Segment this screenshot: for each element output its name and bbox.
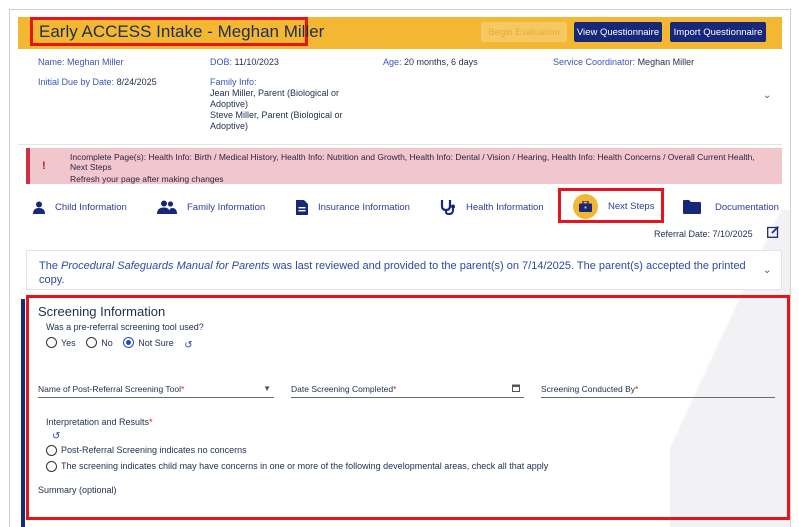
service-coordinator: Service Coordinator: Meghan Miller	[553, 57, 694, 68]
radio-not-sure[interactable]	[123, 337, 135, 348]
initial-due: Initial Due by Date: 8/24/2025	[38, 77, 157, 88]
tab-documentation-label: Documentation	[715, 201, 779, 213]
screening-tool-label: Name of Post-Referral Screening Tool	[38, 384, 181, 394]
age: Age: 20 months, 6 days	[383, 57, 478, 68]
tab-health-label: Health Information	[466, 201, 544, 213]
required-mark: *	[393, 384, 397, 394]
tab-family-information[interactable]: Family Information	[157, 194, 265, 220]
option-no[interactable]: No	[86, 337, 113, 348]
tab-next-steps[interactable]: Next Steps	[573, 193, 654, 219]
tab-insurance-label: Insurance Information	[318, 201, 410, 213]
age-label: Age:	[383, 57, 402, 67]
begin-evaluation-button[interactable]: Begin Evaluation	[481, 22, 567, 42]
document-icon	[296, 199, 308, 215]
dob-value: 11/10/2023	[234, 57, 279, 67]
initial-due-value: 8/24/2025	[116, 77, 157, 87]
tab-documentation[interactable]: Documentation	[683, 194, 779, 220]
option-yes[interactable]: Yes	[46, 337, 76, 348]
child-name-text: Name: Meghan Miller	[38, 57, 124, 67]
child-name: Name: Meghan Miller	[38, 57, 124, 68]
chevron-down-icon[interactable]: ⌄	[763, 90, 771, 101]
family-member-1: Jean Miller, Parent (Biological or Adopt…	[210, 88, 340, 109]
section-accent-bar	[21, 299, 25, 527]
referral-date-label: Referral Date:	[654, 229, 711, 239]
referral-date: Referral Date: 7/10/2025	[654, 229, 753, 239]
dob-label: DOB:	[210, 57, 233, 67]
tab-child-information[interactable]: Child Information	[33, 194, 127, 220]
conducted-by-input[interactable]: Screening Conducted By*	[541, 384, 775, 398]
people-icon	[157, 200, 177, 214]
screening-question: Was a pre-referral screening tool used?	[46, 322, 204, 332]
dob: DOB: 11/10/2023	[210, 57, 279, 68]
age-value: 20 months, 6 days	[404, 57, 478, 67]
briefcase-icon	[573, 193, 598, 219]
reset-icon[interactable]: ↺	[52, 431, 60, 442]
result-concerns[interactable]: The screening indicates child may have c…	[46, 461, 549, 473]
tab-child-label: Child Information	[55, 201, 127, 213]
incomplete-alert: ! Incomplete Page(s): Health Info: Birth…	[26, 148, 782, 184]
screening-options: Yes No Not Sure ↺	[46, 337, 193, 351]
option-not-sure[interactable]: Not Sure	[123, 337, 174, 348]
import-questionnaire-button[interactable]: Import Questionnaire	[670, 22, 766, 42]
conducted-by-label: Screening Conducted By	[541, 384, 636, 394]
reset-icon[interactable]: ↺	[184, 340, 192, 351]
dropdown-arrow-icon: ▼	[263, 384, 271, 393]
title-highlight: Early ACCESS Intake - Meghan Miller	[30, 17, 324, 46]
coordinator-value: Meghan Miller	[637, 57, 695, 67]
option-no-label: No	[101, 337, 113, 348]
required-mark: *	[149, 417, 153, 427]
section-title: Screening Information	[38, 304, 166, 319]
referral-date-value: 7/10/2025	[712, 229, 753, 239]
safeguards-text: The Procedural Safeguards Manual for Par…	[39, 259, 749, 287]
coordinator-label: Service Coordinator:	[553, 57, 636, 67]
initial-due-label: Initial Due by Date:	[38, 77, 115, 87]
result-no-concerns-label: Post-Referral Screening indicates no con…	[61, 445, 247, 455]
view-questionnaire-button[interactable]: View Questionnaire	[574, 22, 662, 42]
result-no-concerns[interactable]: Post-Referral Screening indicates no con…	[46, 445, 247, 457]
tab-health-information[interactable]: Health Information	[440, 194, 544, 220]
radio-no[interactable]	[86, 337, 98, 348]
option-yes-label: Yes	[61, 337, 76, 348]
chevron-down-icon[interactable]: ⌄	[763, 265, 771, 276]
family-member-2: Steve Miller, Parent (Biological or Adop…	[210, 110, 343, 131]
summary-label: Summary (optional)	[38, 485, 117, 495]
exclamation-icon: !	[42, 160, 46, 172]
result-concerns-label: The screening indicates child may have c…	[61, 461, 549, 471]
edit-icon[interactable]	[767, 225, 779, 243]
family-label: Family Info:	[210, 77, 257, 87]
alert-refresh-note: Refresh your page after making changes	[70, 174, 224, 184]
tab-family-label: Family Information	[187, 201, 266, 213]
calendar-icon[interactable]	[512, 384, 520, 394]
radio-concerns[interactable]	[46, 461, 57, 473]
required-mark: *	[181, 384, 185, 394]
interpretation-label: Interpretation and Results*	[46, 417, 153, 427]
safeguards-title: Procedural Safeguards Manual for Parents	[61, 260, 270, 272]
date-completed-label: Date Screening Completed	[291, 384, 394, 394]
option-not-sure-label: Not Sure	[138, 337, 174, 348]
required-mark: *	[635, 384, 639, 394]
tab-next-steps-label: Next Steps	[608, 200, 655, 212]
safeguards-panel: The Procedural Safeguards Manual for Par…	[26, 250, 782, 290]
screening-tool-select[interactable]: Name of Post-Referral Screening Tool* ▼	[38, 384, 274, 398]
stethoscope-icon	[440, 199, 456, 215]
safeguards-prefix: The	[39, 260, 62, 272]
family-info: Family Info: Jean Miller, Parent (Biolog…	[210, 77, 360, 132]
folder-icon	[683, 200, 701, 214]
tab-insurance-information[interactable]: Insurance Information	[296, 194, 410, 220]
alert-message: Incomplete Page(s): Health Info: Birth /…	[70, 152, 755, 172]
radio-yes[interactable]	[46, 337, 57, 348]
next-steps-badge	[573, 193, 598, 219]
radio-no-concerns[interactable]	[46, 445, 57, 457]
person-icon	[33, 201, 45, 214]
page-title: Early ACCESS Intake - Meghan Miller	[39, 21, 325, 41]
interpretation-text: Interpretation and Results	[46, 417, 150, 427]
date-completed-input[interactable]: Date Screening Completed*	[291, 384, 524, 398]
